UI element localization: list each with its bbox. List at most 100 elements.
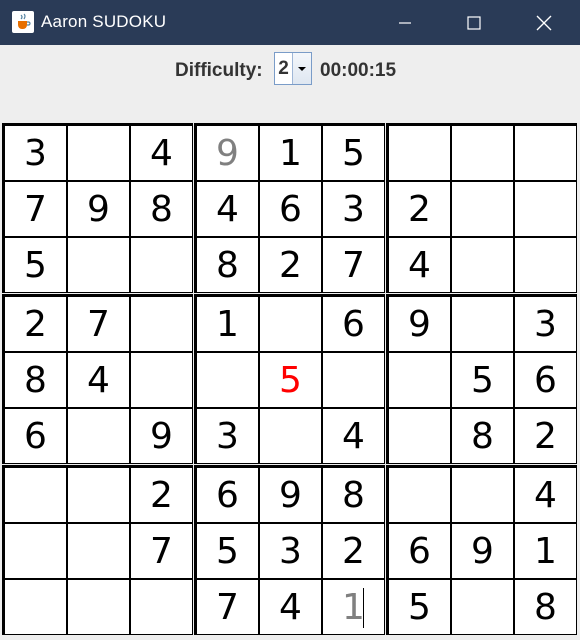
sudoku-cell[interactable]	[451, 296, 514, 352]
sudoku-cell[interactable]: 1	[322, 579, 385, 635]
sudoku-cell[interactable]: 5	[196, 523, 259, 579]
sudoku-cell[interactable]: 9	[67, 181, 130, 237]
sudoku-cell[interactable]: 3	[322, 181, 385, 237]
sudoku-cell[interactable]: 6	[196, 467, 259, 523]
sudoku-cell[interactable]: 1	[196, 296, 259, 352]
sudoku-cell[interactable]	[388, 125, 451, 181]
sudoku-cell[interactable]	[130, 579, 193, 635]
sudoku-cell[interactable]: 3	[259, 523, 322, 579]
sudoku-cell[interactable]	[130, 352, 193, 408]
minimize-icon	[399, 21, 411, 24]
sudoku-cell[interactable]: 6	[4, 408, 67, 464]
sudoku-cell[interactable]: 6	[388, 523, 451, 579]
sudoku-cell[interactable]: 6	[259, 181, 322, 237]
text-caret	[363, 588, 364, 628]
sudoku-cell[interactable]: 6	[322, 296, 385, 352]
sudoku-cell[interactable]: 2	[388, 181, 451, 237]
app-window: Aaron SUDOKU Difficulty: 2 00:00:15 3 4 …	[0, 0, 580, 640]
sudoku-cell[interactable]	[322, 352, 385, 408]
sudoku-cell[interactable]: 8	[514, 579, 577, 635]
sudoku-cell[interactable]	[67, 467, 130, 523]
sudoku-cell[interactable]: 2	[4, 296, 67, 352]
sudoku-cell[interactable]	[196, 352, 259, 408]
sudoku-board: 3479859154638272427846916534935682276985…	[2, 123, 578, 637]
difficulty-select[interactable]: 2	[274, 52, 312, 85]
difficulty-label: Difficulty:	[175, 60, 263, 81]
sudoku-cell[interactable]: 5	[451, 352, 514, 408]
sudoku-cell[interactable]	[388, 352, 451, 408]
sudoku-cell[interactable]: 6	[514, 352, 577, 408]
sudoku-cell[interactable]: 1	[259, 125, 322, 181]
sudoku-block: 915 463 827	[194, 123, 385, 293]
sudoku-cell[interactable]: 9	[196, 125, 259, 181]
chevron-down-icon	[298, 66, 306, 71]
sudoku-cell[interactable]: 7	[322, 237, 385, 293]
sudoku-cell[interactable]: 5	[4, 237, 67, 293]
sudoku-cell[interactable]	[67, 125, 130, 181]
sudoku-cell[interactable]: 4	[514, 467, 577, 523]
sudoku-cell[interactable]	[514, 181, 577, 237]
sudoku-cell[interactable]: 4	[130, 125, 193, 181]
sudoku-cell[interactable]: 1	[514, 523, 577, 579]
minimize-button[interactable]	[382, 0, 428, 45]
sudoku-cell[interactable]: 7	[196, 579, 259, 635]
sudoku-cell[interactable]: 5	[259, 352, 322, 408]
sudoku-cell[interactable]	[514, 125, 577, 181]
sudoku-cell[interactable]	[388, 467, 451, 523]
sudoku-cell[interactable]: 8	[4, 352, 67, 408]
sudoku-cell[interactable]: 7	[4, 181, 67, 237]
sudoku-block: 4 691 5 8	[386, 465, 577, 635]
sudoku-cell[interactable]	[67, 408, 130, 464]
sudoku-cell[interactable]: 2	[322, 523, 385, 579]
sudoku-cell[interactable]: 7	[67, 296, 130, 352]
sudoku-cell[interactable]: 8	[322, 467, 385, 523]
sudoku-cell[interactable]	[67, 237, 130, 293]
sudoku-cell[interactable]: 3	[514, 296, 577, 352]
sudoku-cell[interactable]	[451, 467, 514, 523]
sudoku-cell[interactable]: 3	[4, 125, 67, 181]
sudoku-cell[interactable]	[388, 408, 451, 464]
maximize-button[interactable]	[451, 0, 497, 45]
sudoku-block: 24	[386, 123, 577, 293]
sudoku-block: 27	[2, 465, 193, 635]
sudoku-cell[interactable]: 8	[451, 408, 514, 464]
sudoku-cell[interactable]: 4	[259, 579, 322, 635]
sudoku-cell[interactable]: 3	[196, 408, 259, 464]
sudoku-cell[interactable]	[451, 181, 514, 237]
sudoku-cell[interactable]: 4	[388, 237, 451, 293]
sudoku-cell[interactable]: 2	[130, 467, 193, 523]
sudoku-cell[interactable]	[451, 237, 514, 293]
elapsed-timer: 00:00:15	[320, 60, 397, 81]
sudoku-cell[interactable]	[4, 467, 67, 523]
sudoku-cell[interactable]: 5	[322, 125, 385, 181]
sudoku-cell[interactable]	[259, 296, 322, 352]
maximize-icon	[467, 15, 481, 30]
sudoku-cell[interactable]	[67, 523, 130, 579]
sudoku-cell[interactable]	[451, 125, 514, 181]
sudoku-cell[interactable]	[4, 579, 67, 635]
sudoku-cell[interactable]: 4	[322, 408, 385, 464]
title-bar[interactable]: Aaron SUDOKU	[0, 0, 580, 45]
sudoku-cell[interactable]: 2	[514, 408, 577, 464]
sudoku-cell[interactable]: 9	[259, 467, 322, 523]
dropdown-arrow-button[interactable]	[293, 53, 311, 84]
sudoku-cell[interactable]: 5	[388, 579, 451, 635]
sudoku-cell[interactable]	[514, 237, 577, 293]
sudoku-cell[interactable]: 8	[196, 237, 259, 293]
sudoku-block: 9 35682	[386, 294, 577, 464]
sudoku-cell[interactable]: 9	[130, 408, 193, 464]
sudoku-cell[interactable]: 4	[196, 181, 259, 237]
sudoku-cell[interactable]	[451, 579, 514, 635]
sudoku-cell[interactable]: 4	[67, 352, 130, 408]
sudoku-cell[interactable]: 8	[130, 181, 193, 237]
sudoku-cell[interactable]: 9	[388, 296, 451, 352]
sudoku-cell[interactable]	[259, 408, 322, 464]
sudoku-cell[interactable]: 7	[130, 523, 193, 579]
close-button[interactable]	[521, 0, 567, 45]
sudoku-cell[interactable]: 2	[259, 237, 322, 293]
sudoku-cell[interactable]: 9	[451, 523, 514, 579]
sudoku-cell[interactable]	[67, 579, 130, 635]
sudoku-cell[interactable]	[130, 237, 193, 293]
sudoku-cell[interactable]	[4, 523, 67, 579]
sudoku-cell[interactable]	[130, 296, 193, 352]
